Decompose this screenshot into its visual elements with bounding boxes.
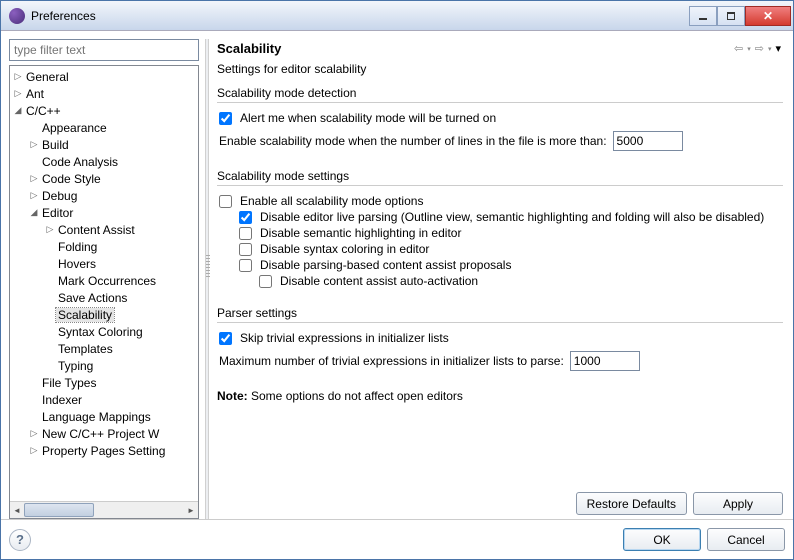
tree-item-editor[interactable]: ◢Editor	[28, 204, 198, 221]
note: Note: Some options do not affect open ed…	[217, 389, 783, 403]
tree-item-content-assist[interactable]: ▷Content Assist	[44, 221, 198, 238]
scroll-thumb[interactable]	[24, 503, 94, 517]
tree-item-templates[interactable]: Templates	[44, 340, 198, 357]
disable-live-parsing-label: Disable editor live parsing (Outline vie…	[260, 210, 764, 224]
group-settings: Scalability mode settings Enable all sca…	[217, 169, 783, 292]
tree-item-ccpp[interactable]: ◢C/C++	[12, 102, 198, 119]
minimize-button[interactable]	[689, 6, 717, 26]
skip-trivial-label: Skip trivial expressions in initializer …	[240, 331, 449, 345]
disable-syntax-coloring-checkbox[interactable]	[239, 243, 252, 256]
tree-item-appearance[interactable]: Appearance	[28, 119, 198, 136]
note-prefix: Note:	[217, 389, 248, 403]
tree-item-code-style[interactable]: ▷Code Style	[28, 170, 198, 187]
chevron-right-icon[interactable]: ▷	[28, 174, 40, 183]
dropdown-icon[interactable]: ▾	[747, 45, 751, 53]
tree-item-mark-occurrences[interactable]: Mark Occurrences	[44, 272, 198, 289]
max-trivial-input[interactable]	[570, 351, 640, 371]
main-panel: Scalability ⇦ ▾ ⇨ ▾ ▾ Settings for edito…	[215, 39, 785, 519]
chevron-right-icon[interactable]: ▷	[28, 446, 40, 455]
titlebar[interactable]: Preferences ✕	[1, 1, 793, 31]
disable-semantic-highlighting-checkbox[interactable]	[239, 227, 252, 240]
tree-item-scalability[interactable]: Scalability	[44, 306, 198, 323]
dropdown-icon[interactable]: ▾	[768, 45, 772, 53]
back-icon[interactable]: ⇦	[734, 42, 743, 55]
disable-content-assist-checkbox[interactable]	[239, 259, 252, 272]
tree-item-save-actions[interactable]: Save Actions	[44, 289, 198, 306]
preferences-window: Preferences ✕ ▷General ▷Ant ◢C/C++ Appea…	[0, 0, 794, 560]
disable-semantic-highlighting-label: Disable semantic highlighting in editor	[260, 226, 461, 240]
page-subtitle: Settings for editor scalability	[215, 60, 785, 86]
sidebar: ▷General ▷Ant ◢C/C++ Appearance ▷Build C…	[9, 39, 199, 519]
footer: ? OK Cancel	[1, 519, 793, 559]
restore-defaults-button[interactable]: Restore Defaults	[576, 492, 687, 515]
chevron-right-icon[interactable]: ▷	[44, 225, 56, 234]
cancel-button[interactable]: Cancel	[707, 528, 785, 551]
ok-button[interactable]: OK	[623, 528, 701, 551]
alert-label: Alert me when scalability mode will be t…	[240, 111, 496, 125]
app-icon	[9, 8, 25, 24]
tree-item-debug[interactable]: ▷Debug	[28, 187, 198, 204]
disable-content-assist-label: Disable parsing-based content assist pro…	[260, 258, 511, 272]
tree-item-property-pages[interactable]: ▷Property Pages Setting	[28, 442, 198, 459]
disable-auto-activation-checkbox[interactable]	[259, 275, 272, 288]
tree-item-code-analysis[interactable]: Code Analysis	[28, 153, 198, 170]
tree-item-language-mappings[interactable]: Language Mappings	[28, 408, 198, 425]
filter-input[interactable]	[9, 39, 199, 61]
help-icon[interactable]: ?	[9, 529, 31, 551]
group-title: Scalability mode settings	[217, 169, 783, 183]
scroll-right-arrow-icon[interactable]: ►	[184, 502, 198, 519]
window-title: Preferences	[31, 9, 689, 23]
threshold-input[interactable]	[613, 131, 683, 151]
group-title: Parser settings	[217, 306, 783, 320]
tree-item-syntax-coloring[interactable]: Syntax Coloring	[44, 323, 198, 340]
splitter[interactable]	[205, 39, 209, 519]
group-parser: Parser settings Skip trivial expressions…	[217, 306, 783, 375]
tree-item-new-project[interactable]: ▷New C/C++ Project W	[28, 425, 198, 442]
page-title: Scalability	[217, 41, 734, 56]
maximize-button[interactable]	[717, 6, 745, 26]
group-title: Scalability mode detection	[217, 86, 783, 100]
chevron-down-icon[interactable]: ◢	[12, 106, 24, 115]
tree-item-indexer[interactable]: Indexer	[28, 391, 198, 408]
enable-all-label: Enable all scalability mode options	[240, 194, 423, 208]
apply-button[interactable]: Apply	[693, 492, 783, 515]
tree-item-folding[interactable]: Folding	[44, 238, 198, 255]
close-button[interactable]: ✕	[745, 6, 791, 26]
scroll-left-arrow-icon[interactable]: ◄	[10, 502, 24, 519]
chevron-right-icon[interactable]: ▷	[12, 72, 24, 81]
forward-icon[interactable]: ⇨	[755, 42, 764, 55]
disable-auto-activation-label: Disable content assist auto-activation	[280, 274, 478, 288]
chevron-right-icon[interactable]: ▷	[28, 429, 40, 438]
preference-tree: ▷General ▷Ant ◢C/C++ Appearance ▷Build C…	[9, 65, 199, 519]
tree-horizontal-scrollbar[interactable]: ◄ ►	[10, 501, 198, 518]
group-detection: Scalability mode detection Alert me when…	[217, 86, 783, 155]
enable-all-checkbox[interactable]	[219, 195, 232, 208]
note-text: Some options do not affect open editors	[248, 389, 463, 403]
tree-item-file-types[interactable]: File Types	[28, 374, 198, 391]
tree-item-build[interactable]: ▷Build	[28, 136, 198, 153]
tree-item-hovers[interactable]: Hovers	[44, 255, 198, 272]
chevron-down-icon[interactable]: ◢	[28, 208, 40, 217]
skip-trivial-checkbox[interactable]	[219, 332, 232, 345]
chevron-right-icon[interactable]: ▷	[28, 140, 40, 149]
disable-live-parsing-checkbox[interactable]	[239, 211, 252, 224]
chevron-right-icon[interactable]: ▷	[12, 89, 24, 98]
chevron-right-icon[interactable]: ▷	[28, 191, 40, 200]
alert-checkbox[interactable]	[219, 112, 232, 125]
threshold-label: Enable scalability mode when the number …	[219, 134, 607, 148]
tree-item-typing[interactable]: Typing	[44, 357, 198, 374]
disable-syntax-coloring-label: Disable syntax coloring in editor	[260, 242, 429, 256]
tree-item-general[interactable]: ▷General	[12, 68, 198, 85]
tree-item-ant[interactable]: ▷Ant	[12, 85, 198, 102]
max-trivial-label: Maximum number of trivial expressions in…	[219, 354, 564, 368]
menu-dropdown-icon[interactable]: ▾	[775, 42, 781, 55]
